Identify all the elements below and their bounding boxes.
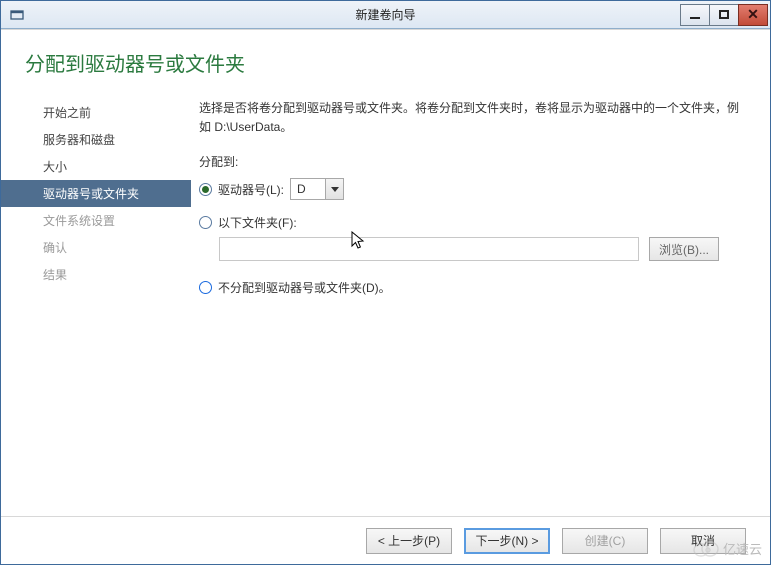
- previous-button[interactable]: < 上一步(P): [366, 528, 452, 554]
- assign-to-label: 分配到:: [199, 153, 746, 170]
- option-folder[interactable]: 以下文件夹(F):: [199, 214, 746, 231]
- folder-row: 浏览(B)...: [219, 237, 746, 261]
- app-icon: [7, 5, 27, 25]
- create-button[interactable]: 创建(C): [562, 528, 648, 554]
- browse-button[interactable]: 浏览(B)...: [649, 237, 719, 261]
- cancel-button[interactable]: 取消: [660, 528, 746, 554]
- wizard-window: 新建卷向导 ✕ 分配到驱动器号或文件夹 开始之前 服务器和磁盘 大小 驱动器号或…: [0, 0, 771, 565]
- maximize-button[interactable]: [709, 4, 739, 26]
- step-before-you-begin[interactable]: 开始之前: [1, 99, 191, 126]
- main-panel: 选择是否将卷分配到驱动器号或文件夹。将卷分配到文件夹时，卷将显示为驱动器中的一个…: [191, 95, 770, 516]
- radio-folder[interactable]: [199, 216, 212, 229]
- step-server-and-disk[interactable]: 服务器和磁盘: [1, 126, 191, 153]
- titlebar: 新建卷向导 ✕: [1, 1, 770, 29]
- steps-sidebar: 开始之前 服务器和磁盘 大小 驱动器号或文件夹 文件系统设置 确认 结果: [1, 95, 191, 516]
- window-title: 新建卷向导: [1, 6, 770, 23]
- body: 开始之前 服务器和磁盘 大小 驱动器号或文件夹 文件系统设置 确认 结果 选择是…: [1, 95, 770, 516]
- minimize-button[interactable]: [680, 4, 710, 26]
- option-drive-letter[interactable]: 驱动器号(L): D: [199, 178, 746, 200]
- description-text: 选择是否将卷分配到驱动器号或文件夹。将卷分配到文件夹时，卷将显示为驱动器中的一个…: [199, 99, 746, 137]
- option-none[interactable]: 不分配到驱动器号或文件夹(D)。: [199, 279, 746, 296]
- step-drive-letter[interactable]: 驱动器号或文件夹: [1, 180, 191, 207]
- step-size[interactable]: 大小: [1, 153, 191, 180]
- option-drive-letter-label: 驱动器号(L):: [218, 181, 284, 198]
- option-folder-label: 以下文件夹(F):: [218, 214, 297, 231]
- folder-path-input[interactable]: [219, 237, 639, 261]
- step-filesystem: 文件系统设置: [1, 207, 191, 234]
- radio-none[interactable]: [199, 281, 212, 294]
- drive-letter-value: D: [291, 179, 325, 199]
- step-results: 结果: [1, 261, 191, 288]
- radio-drive-letter[interactable]: [199, 183, 212, 196]
- step-confirm: 确认: [1, 234, 191, 261]
- drive-letter-combo[interactable]: D: [290, 178, 344, 200]
- window-buttons: ✕: [681, 4, 768, 26]
- page-heading: 分配到驱动器号或文件夹: [1, 30, 770, 95]
- option-none-label: 不分配到驱动器号或文件夹(D)。: [218, 279, 391, 296]
- content-area: 分配到驱动器号或文件夹 开始之前 服务器和磁盘 大小 驱动器号或文件夹 文件系统…: [1, 29, 770, 564]
- footer: < 上一步(P) 下一步(N) > 创建(C) 取消: [1, 516, 770, 564]
- close-button[interactable]: ✕: [738, 4, 768, 26]
- chevron-down-icon[interactable]: [325, 179, 343, 199]
- next-button[interactable]: 下一步(N) >: [464, 528, 550, 554]
